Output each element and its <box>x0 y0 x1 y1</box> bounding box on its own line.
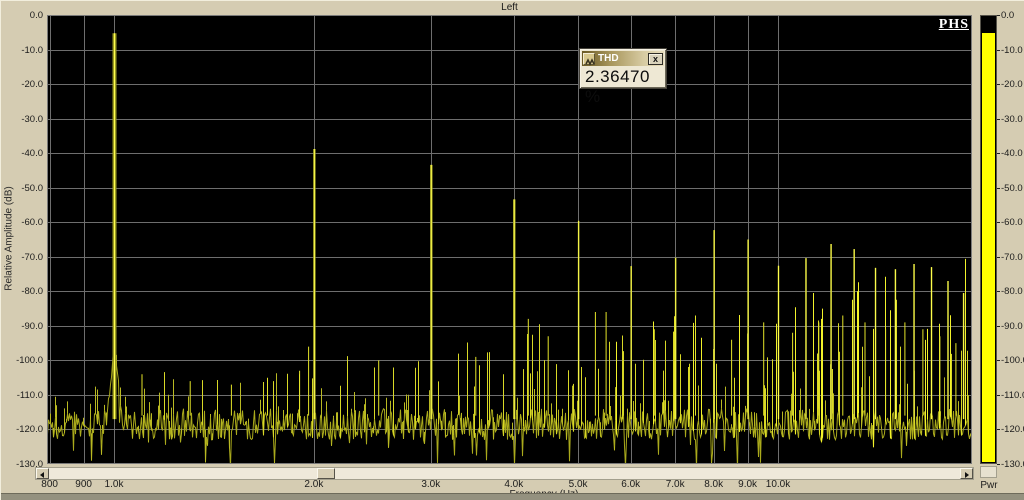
power-meter-peak-box <box>980 466 997 478</box>
meter-tick-label: -90.0 <box>1001 320 1023 332</box>
scroll-left-button[interactable] <box>36 468 49 479</box>
x-tick-label: 2.0k <box>304 479 324 490</box>
meter-tick-mark <box>997 153 1000 155</box>
y-tick-label: -80.0 <box>21 286 43 298</box>
meter-tick-mark <box>997 49 1000 51</box>
scroll-right-button[interactable] <box>960 468 973 479</box>
power-meter-bar <box>982 33 995 462</box>
meter-tick-mark <box>997 360 1000 362</box>
x-tick-label: 7.0k <box>665 479 685 490</box>
y-tick-label: -120.0 <box>16 424 43 436</box>
y-tick-label: -100.0 <box>16 355 43 367</box>
y-tick-label: -40.0 <box>21 148 43 160</box>
analyzer-window: Left Relative Amplitude (dB) PHS 0.0 -10.… <box>0 0 1024 500</box>
frequency-scrollbar[interactable] <box>35 467 974 480</box>
meter-tick-label: -30.0 <box>1001 113 1023 125</box>
x-tick-label: 800 <box>41 479 58 490</box>
meter-tick-label: -110.0 <box>1001 389 1024 401</box>
meter-tick-label: -20.0 <box>1001 79 1023 91</box>
thd-value: 2.36470 % <box>585 67 650 106</box>
x-tick-label: 900 <box>75 479 92 490</box>
meter-tick-mark <box>997 325 1000 327</box>
channel-title: Left <box>501 2 518 13</box>
x-tick-label: 6.0k <box>621 479 641 490</box>
x-tick-label: 9.0k <box>738 479 758 490</box>
scroll-left-icon <box>40 471 44 478</box>
meter-tick-label: -130.0 <box>1001 459 1024 470</box>
x-tick-label: 8.0k <box>704 479 724 490</box>
x-tick-label: 3.0k <box>421 479 441 490</box>
y-tick-label: -110.0 <box>16 389 43 401</box>
y-tick-label: -60.0 <box>21 217 43 229</box>
thd-close-button[interactable]: x <box>648 52 663 65</box>
meter-tick-label: -70.0 <box>1001 251 1023 263</box>
x-tick-label: 1.0k <box>104 479 124 490</box>
thd-titlebar[interactable]: THD x <box>582 51 664 66</box>
meter-tick-mark <box>997 256 1000 258</box>
y-tick-label: -20.0 <box>21 79 43 91</box>
meter-tick-mark <box>997 15 1000 16</box>
power-meter-label: Pwr <box>980 480 998 491</box>
meter-tick-label: -50.0 <box>1001 182 1023 194</box>
thd-window-title: THD <box>598 53 619 64</box>
meter-tick-mark <box>997 394 1000 396</box>
meter-tick-label: -60.0 <box>1001 217 1023 229</box>
meter-tick-mark <box>997 429 1000 431</box>
meter-tick-label: 0.0 <box>1001 10 1015 21</box>
y-tick-label: -70.0 <box>21 251 43 263</box>
y-tick-label: 0.0 <box>29 10 43 21</box>
meter-tick-label: -120.0 <box>1001 424 1024 436</box>
meter-tick-label: -80.0 <box>1001 286 1023 298</box>
y-tick-label: -90.0 <box>21 320 43 332</box>
spectrum-plot[interactable] <box>47 15 972 464</box>
y-tick-label: -50.0 <box>21 182 43 194</box>
x-tick-label: 10.0k <box>765 479 791 490</box>
meter-tick-mark <box>997 222 1000 224</box>
meter-tick-mark <box>997 118 1000 120</box>
phs-watermark: PHS <box>938 17 969 32</box>
meter-tick-label: -40.0 <box>1001 148 1023 160</box>
thd-mini-window[interactable]: THD x 2.36470 % <box>579 48 667 106</box>
y-tick-label: -10.0 <box>21 44 43 56</box>
meter-tick-mark <box>997 187 1000 189</box>
scrollbar-thumb[interactable] <box>316 468 335 479</box>
power-meter <box>980 15 997 464</box>
meter-tick-label: -100.0 <box>1001 355 1024 367</box>
meter-tick-label: -10.0 <box>1001 44 1023 56</box>
meter-tick-mark <box>997 84 1000 86</box>
scroll-right-icon <box>965 471 969 478</box>
y-tick-label: -30.0 <box>21 113 43 125</box>
window-bottom-edge <box>1 493 1024 500</box>
waveform-icon <box>583 52 595 66</box>
meter-tick-mark <box>997 291 1000 293</box>
meter-tick-mark <box>997 464 1000 465</box>
